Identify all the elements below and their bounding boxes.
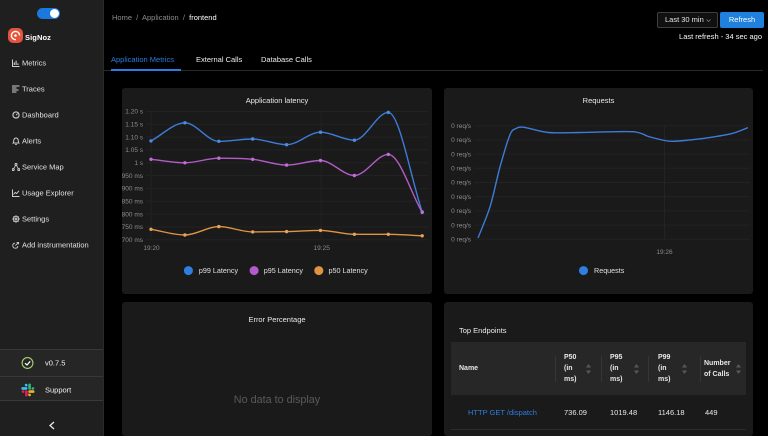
svg-text:19:20: 19:20 <box>143 245 160 252</box>
svg-text:Requests: Requests <box>594 266 625 275</box>
svg-text:750 ms: 750 ms <box>122 224 144 231</box>
svg-text:0 req/s: 0 req/s <box>451 237 472 244</box>
svg-text:800 ms: 800 ms <box>122 211 144 218</box>
svg-text:1.10 s: 1.10 s <box>125 134 143 141</box>
svg-text:950 ms: 950 ms <box>122 173 144 180</box>
svg-text:0 req/s: 0 req/s <box>451 137 472 144</box>
svg-text:0 req/s: 0 req/s <box>451 123 472 130</box>
svg-text:19:26: 19:26 <box>656 249 673 256</box>
svg-text:p95 Latency: p95 Latency <box>264 266 304 275</box>
svg-text:1.20 s: 1.20 s <box>125 109 143 116</box>
svg-text:850 ms: 850 ms <box>122 199 144 206</box>
svg-text:p99 Latency: p99 Latency <box>199 266 239 275</box>
svg-text:0 req/s: 0 req/s <box>451 208 472 215</box>
svg-text:0 req/s: 0 req/s <box>451 166 472 173</box>
svg-text:0 req/s: 0 req/s <box>451 194 472 201</box>
svg-text:0 req/s: 0 req/s <box>451 151 472 158</box>
svg-text:700 ms: 700 ms <box>122 237 144 244</box>
svg-text:900 ms: 900 ms <box>122 186 144 193</box>
svg-text:0 req/s: 0 req/s <box>451 180 472 187</box>
svg-text:0 req/s: 0 req/s <box>451 222 472 229</box>
svg-text:1 s: 1 s <box>134 160 143 167</box>
svg-text:1.15 s: 1.15 s <box>125 121 143 128</box>
svg-text:p50 Latency: p50 Latency <box>329 266 369 275</box>
svg-text:19:25: 19:25 <box>314 245 331 252</box>
svg-text:1.05 s: 1.05 s <box>125 147 143 154</box>
